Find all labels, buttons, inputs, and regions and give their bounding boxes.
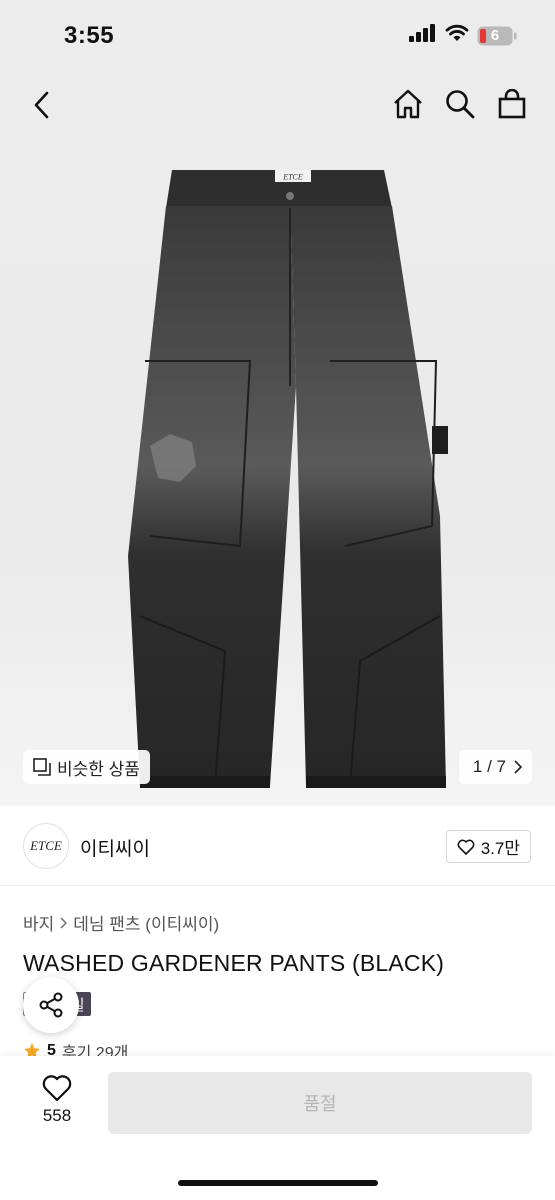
image-page-indicator[interactable]: 1 / 7 [458,750,532,784]
product-title: WASHED GARDENER PANTS (BLACK) [23,950,445,976]
wishlist-count: 558 [42,1106,72,1125]
heart-outline-icon [457,839,475,855]
share-button[interactable] [23,977,79,1033]
home-button[interactable] [391,86,425,122]
wifi-icon [445,24,469,47]
brand-like-count: 3.7만 [480,839,520,858]
shopping-bag-icon [498,89,526,119]
breadcrumb-item-subcategory[interactable]: 데님 팬츠 (이티씨이) [73,910,219,935]
brand-like-button[interactable]: 3.7만 [445,830,531,863]
brand-name[interactable]: 이티씨이 [80,834,150,861]
search-icon [446,90,475,119]
cart-button[interactable] [495,86,529,122]
nav-actions [391,86,529,122]
chevron-right-icon [60,917,68,928]
breadcrumb: 바지 데님 팬츠 (이티씨이) [23,910,219,935]
home-indicator [178,1180,378,1186]
search-button[interactable] [443,86,477,122]
back-icon [34,91,49,119]
back-button[interactable] [26,88,56,122]
bottom-action-bar: 558 품절 [0,1056,555,1200]
similar-products-icon [33,758,51,776]
status-time: 3:55 [64,22,115,49]
status-bar: 3:55 6 [0,0,555,74]
signal-icon [409,24,437,47]
product-image-carousel[interactable]: ETCE 비슷한 상품 1 / 7 [0,136,555,806]
battery-icon: 6 [477,26,517,46]
similar-products-label: 비슷한 상품 [57,759,140,779]
heart-outline-icon [42,1075,72,1102]
brand-logo[interactable]: ETCE [23,823,69,869]
battery-level: 6 [490,26,500,44]
home-icon [394,89,422,119]
share-icon [39,992,63,1018]
wishlist-button[interactable]: 558 [22,1074,92,1134]
brand-row[interactable]: ETCE 이티씨이 3.7만 [0,806,555,886]
page-indicator-text: 1 / 7 [472,757,506,776]
nav-bar [0,74,555,136]
similar-products-button[interactable]: 비슷한 상품 [23,750,150,784]
status-icons: 6 [409,24,517,47]
breadcrumb-item-category[interactable]: 바지 [23,910,54,935]
soldout-button[interactable]: 품절 [108,1072,532,1134]
product-image: ETCE [128,170,448,788]
chevron-right-icon [514,760,522,774]
waist-label: ETCE [282,173,303,182]
